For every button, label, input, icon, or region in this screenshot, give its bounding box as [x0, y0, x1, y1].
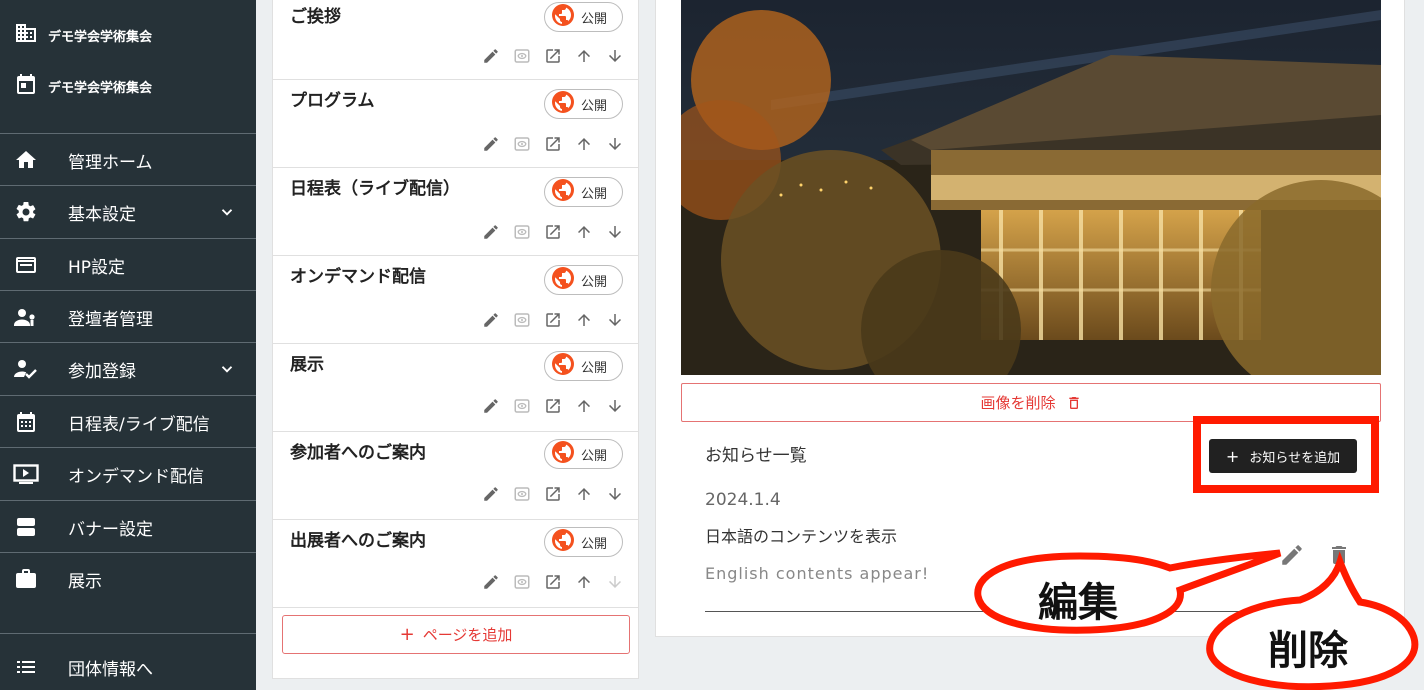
annotation-edit-label: 編集 — [1038, 580, 1118, 626]
annotation-delete-label: 削除 — [1268, 628, 1348, 674]
annotation-callouts — [974, 549, 1419, 690]
